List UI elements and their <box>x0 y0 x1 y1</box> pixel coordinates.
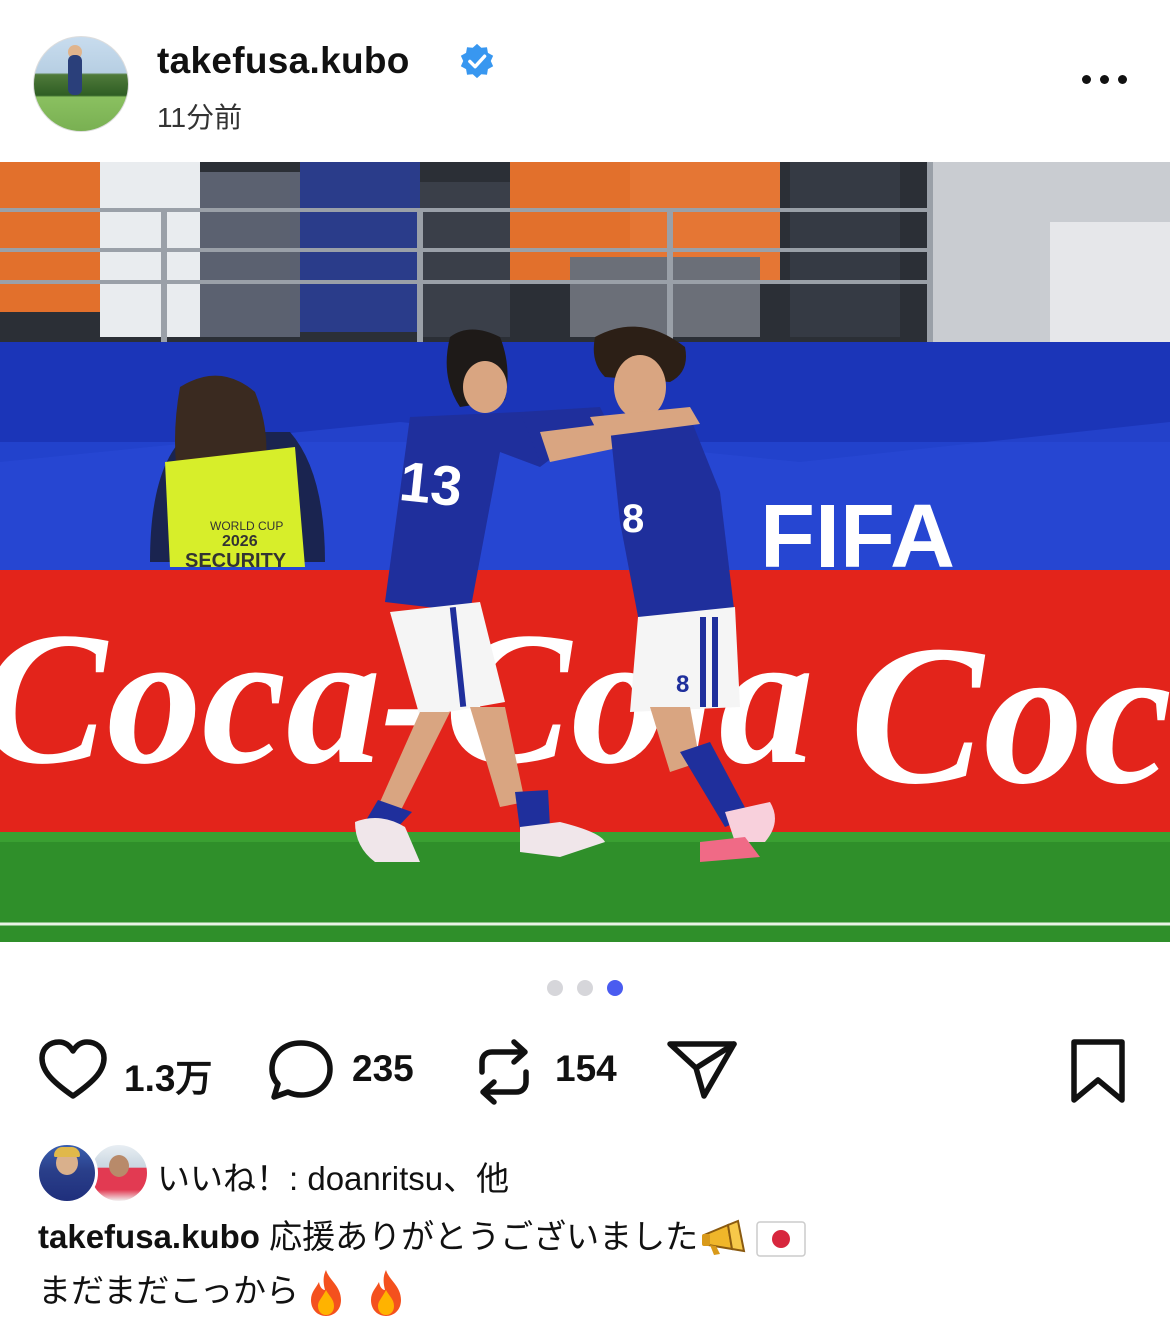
share-send-icon[interactable] <box>666 1038 738 1102</box>
liked-by-row[interactable]: いいね！: doanritsu、他 <box>0 1138 1170 1204</box>
carousel-dot[interactable] <box>547 980 563 996</box>
carousel-dot-active[interactable] <box>607 980 623 996</box>
liker-avatar <box>36 1142 98 1204</box>
like-heart-icon[interactable] <box>38 1038 108 1102</box>
comment-bubble-icon[interactable] <box>266 1038 336 1102</box>
comment-count[interactable]: 235 <box>352 1048 414 1090</box>
coca-cola-ad-right: Coca <box>850 605 1170 826</box>
svg-text:SECURITY: SECURITY <box>185 550 287 572</box>
photo-illustration: FIFA Coca-Cola Coca WORLD CUP 2026 SECUR… <box>0 162 1170 942</box>
more-options-icon[interactable] <box>1078 62 1130 98</box>
svg-text:13: 13 <box>397 449 466 518</box>
japan-flag-icon <box>756 1221 806 1258</box>
svg-text:WORLD CUP: WORLD CUP <box>210 519 283 533</box>
post-header: takefusa.kubo 11分前 <box>0 0 1170 162</box>
svg-text:8: 8 <box>622 497 644 541</box>
verified-badge-icon <box>460 43 494 79</box>
repost-icon[interactable] <box>472 1038 536 1106</box>
caption-line1: 応援ありがとうございました <box>269 1218 699 1255</box>
bookmark-icon[interactable] <box>1068 1038 1128 1106</box>
username[interactable]: takefusa.kubo <box>157 40 410 82</box>
svg-text:2026: 2026 <box>222 533 258 550</box>
fire-icon <box>311 1270 342 1317</box>
megaphone-icon <box>702 1219 746 1256</box>
like-count[interactable]: 1.3万 <box>124 1048 212 1102</box>
carousel-dot[interactable] <box>577 980 593 996</box>
fire-icon <box>371 1270 402 1317</box>
liked-by-text: いいね！: doanritsu、他 <box>157 1160 510 1197</box>
repost-count[interactable]: 154 <box>555 1048 617 1090</box>
caption-author[interactable]: takefusa.kubo <box>38 1218 260 1255</box>
caption-line2: まだまだこっから <box>38 1272 300 1309</box>
action-bar: 1.3万 235 154 <box>0 1030 1170 1110</box>
post-caption: takefusa.kubo 応援ありがとうございました まだまだこっから <box>38 1210 1138 1318</box>
carousel-indicator <box>0 978 1170 998</box>
post-photo[interactable]: FIFA Coca-Cola Coca WORLD CUP 2026 SECUR… <box>0 162 1170 942</box>
post-timestamp: 11分前 <box>157 102 243 133</box>
profile-avatar[interactable] <box>33 36 129 132</box>
svg-text:8: 8 <box>676 671 689 698</box>
